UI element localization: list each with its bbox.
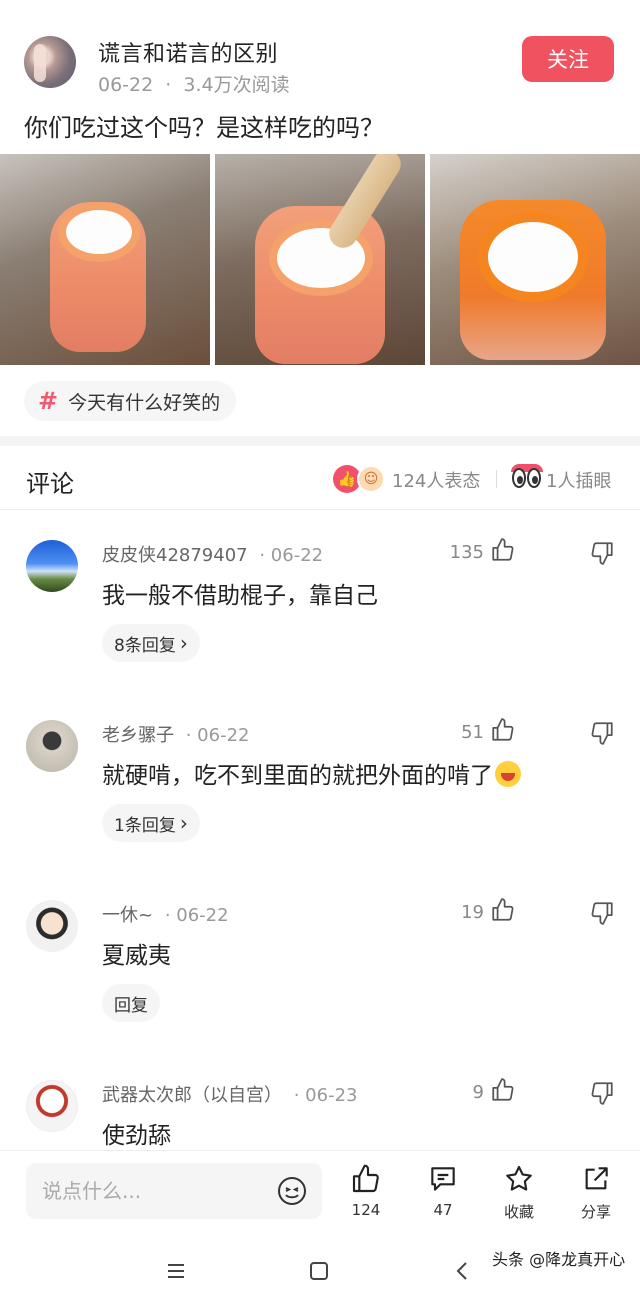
share-icon [585, 1167, 608, 1190]
comment-like-count: 51 [461, 722, 484, 743]
comment-date: · 06-22 [164, 905, 229, 926]
reply-count-label: 1条回复 [114, 815, 176, 836]
comment-input-box[interactable] [26, 1163, 322, 1219]
thumbs-up-icon[interactable] [490, 537, 516, 563]
comment-text: 夏威夷 [102, 943, 171, 969]
thumbs-down-icon[interactable] [589, 720, 615, 746]
thumbs-up-icon[interactable] [490, 1077, 516, 1103]
post-photo[interactable] [430, 154, 640, 365]
reaction-icons[interactable]: 👍 ☺ [333, 465, 387, 493]
commenter-avatar[interactable] [26, 720, 78, 772]
reply-label: 回复 [114, 995, 148, 1016]
thumbs-up-icon[interactable] [490, 717, 516, 743]
insert-eye-count[interactable]: 1人插眼 [546, 467, 611, 493]
like-action[interactable]: 124 [336, 1163, 396, 1219]
chevron-right-icon: › [179, 811, 188, 835]
post-header: 谎言和诺言的区别 06-22 · 3.4万次阅读 关注 [0, 0, 640, 110]
comment-input[interactable] [42, 1176, 262, 1206]
commenter-name-line: 一休~ · 06-22 [102, 901, 229, 927]
commenter-avatar[interactable] [26, 1080, 78, 1132]
commenter-avatar[interactable] [26, 900, 78, 952]
favorite-action[interactable]: 收藏 [489, 1163, 549, 1222]
watermark: 头条 @降龙真开心 [492, 1250, 626, 1269]
smile-reaction-icon: ☺ [357, 465, 385, 493]
home-icon[interactable] [304, 1256, 334, 1286]
comment-text-content: 就硬啃，吃不到里面的就把外面的啃了 [102, 763, 493, 789]
menu-icon[interactable] [161, 1256, 191, 1286]
section-divider [0, 436, 640, 446]
comments-header: 评论 👍 ☺ 124人表态 1人插眼 [0, 446, 640, 510]
thumbs-up-icon[interactable] [490, 897, 516, 923]
post-photo[interactable] [0, 154, 210, 365]
star-icon [506, 1165, 532, 1191]
follow-button[interactable]: 关注 [522, 36, 614, 82]
commenter-avatar[interactable] [26, 540, 78, 592]
commenter-name-line: 皮皮侠42879407 · 06-22 [102, 541, 323, 567]
topic-label: 今天有什么好笑的 [68, 391, 221, 414]
post-meta: 06-22 · 3.4万次阅读 [98, 70, 290, 97]
post-text: 你们吃过这个吗？是这样吃的吗？ [24, 114, 384, 142]
thumbs-down-icon[interactable] [589, 900, 615, 926]
meta-dot: · [165, 74, 172, 96]
comments-title: 评论 [26, 470, 74, 498]
back-icon[interactable] [448, 1256, 478, 1286]
share-action[interactable]: 分享 [566, 1163, 626, 1222]
comment-date: · 06-22 [185, 725, 250, 746]
commenter-name[interactable]: 老乡骡子 [102, 725, 174, 746]
post-photo[interactable] [215, 154, 425, 365]
thumbs-up-icon [352, 1164, 379, 1193]
comment-date: · 06-22 [259, 545, 324, 566]
author-avatar[interactable] [24, 36, 76, 88]
comment-bubble-icon [431, 1167, 455, 1191]
eyes-icon[interactable] [511, 464, 543, 492]
reply-button[interactable]: 回复 [102, 984, 160, 1022]
commenter-name-line: 武器太次郎（以自宫） · 06-23 [102, 1081, 357, 1107]
share-label: 分享 [580, 1203, 611, 1221]
laughing-emoji-icon [495, 761, 521, 787]
comment-text: 我一般不借助棍子，靠自己 [102, 583, 378, 609]
comment-count: 47 [433, 1201, 453, 1219]
post-date: 06-22 [98, 74, 154, 96]
comment-item: 武器太次郎（以自宫） · 06-23 9 使劲舔 [0, 1050, 640, 1150]
comment-text: 就硬啃，吃不到里面的就把外面的啃了 [102, 756, 521, 790]
bottom-action-bar: 124 47 收藏 分享 [0, 1150, 640, 1234]
topic-tag[interactable]: # 今天有什么好笑的 [24, 381, 237, 421]
reply-count-label: 8条回复 [114, 635, 176, 656]
commenter-name[interactable]: 皮皮侠42879407 [102, 545, 248, 566]
comment-item: 皮皮侠42879407 · 06-22 135 我一般不借助棍子，靠自己 8条回… [0, 510, 640, 690]
emoji-icon[interactable] [276, 1175, 308, 1207]
thumbs-down-icon[interactable] [589, 540, 615, 566]
comment-action[interactable]: 47 [413, 1163, 473, 1219]
comment-text: 使劲舔 [102, 1123, 171, 1149]
commenter-name[interactable]: 一休~ [102, 905, 153, 926]
chevron-right-icon: › [179, 631, 188, 655]
comment-like-count: 9 [472, 1082, 484, 1103]
reaction-count[interactable]: 124人表态 [392, 467, 480, 493]
thumbs-down-icon[interactable] [589, 1080, 615, 1106]
commenter-name[interactable]: 武器太次郎（以自宫） [102, 1085, 282, 1106]
header-separator [496, 470, 497, 488]
comment-like-count: 135 [449, 542, 484, 563]
comment-date: · 06-23 [293, 1085, 358, 1106]
comment-item: 一休~ · 06-22 19 夏威夷 回复 [0, 870, 640, 1050]
hash-icon: # [38, 387, 59, 415]
read-count: 3.4万次阅读 [183, 74, 290, 96]
like-count: 124 [351, 1201, 381, 1219]
view-replies-button[interactable]: 8条回复 › [102, 624, 200, 662]
comment-item: 老乡骡子 · 06-22 51 就硬啃，吃不到里面的就把外面的啃了 1条回复 › [0, 690, 640, 870]
favorite-label: 收藏 [503, 1203, 534, 1221]
commenter-name-line: 老乡骡子 · 06-22 [102, 721, 249, 747]
view-replies-button[interactable]: 1条回复 › [102, 804, 200, 842]
comment-like-count: 19 [461, 902, 484, 923]
author-title[interactable]: 谎言和诺言的区别 [98, 36, 278, 68]
image-gallery [0, 154, 640, 365]
